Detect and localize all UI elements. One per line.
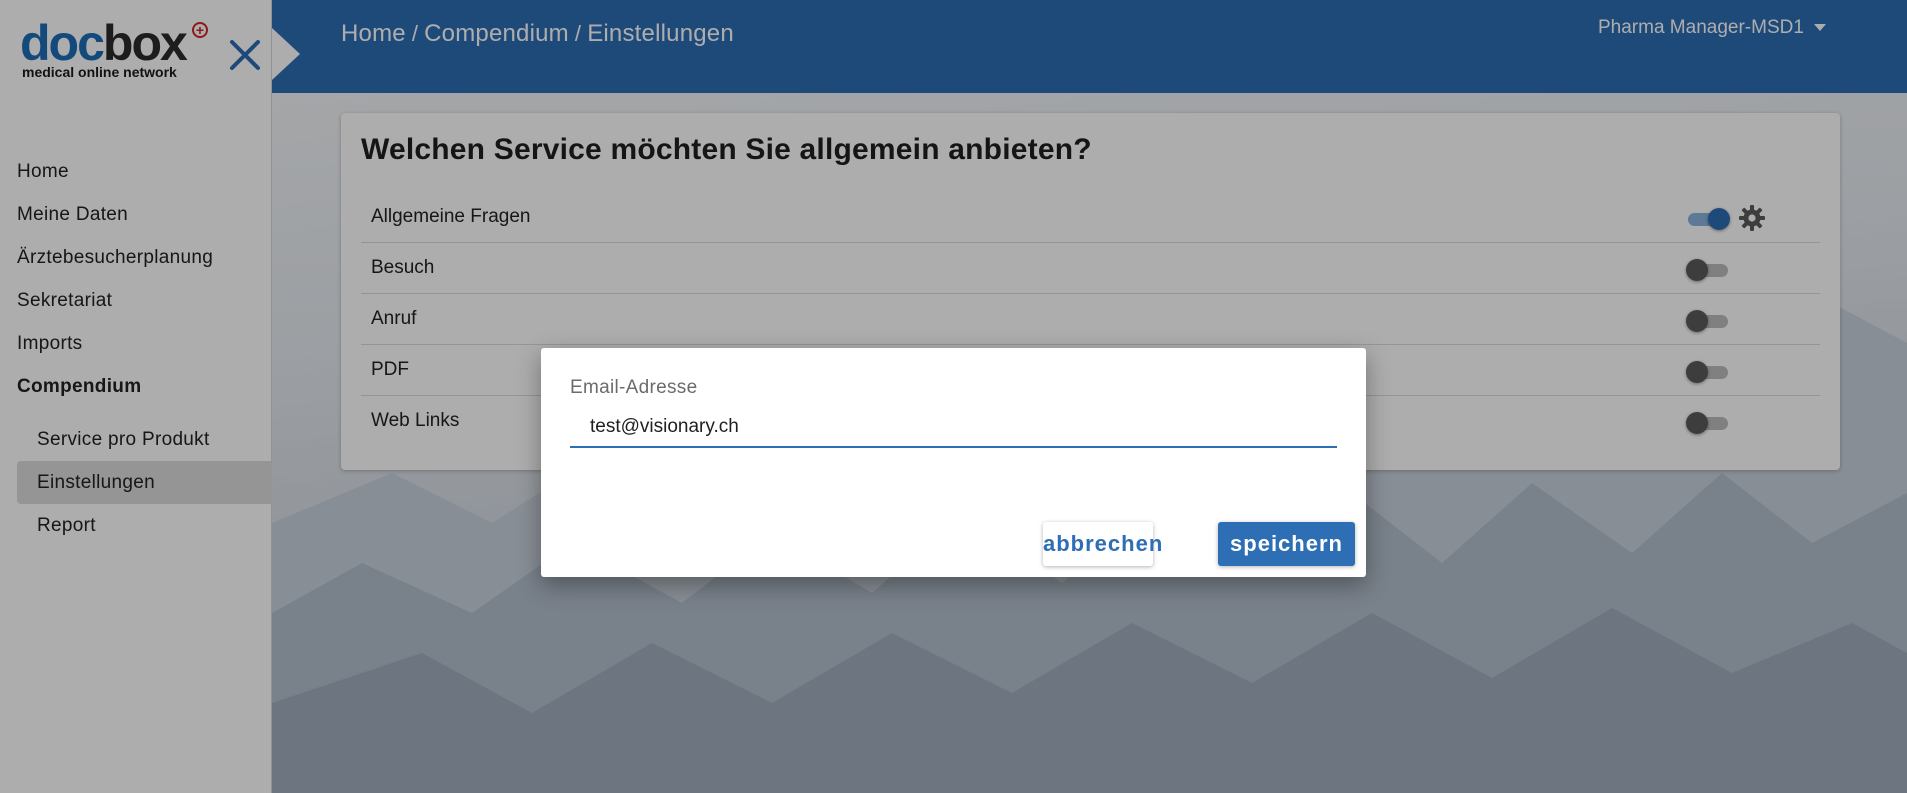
email-dialog: Email-Adresse abbrechen speichern [541, 348, 1366, 577]
save-button[interactable]: speichern [1218, 522, 1355, 566]
email-input[interactable] [570, 408, 1337, 448]
email-field-label: Email-Adresse [570, 377, 698, 398]
cancel-button[interactable]: abbrechen [1043, 522, 1162, 566]
